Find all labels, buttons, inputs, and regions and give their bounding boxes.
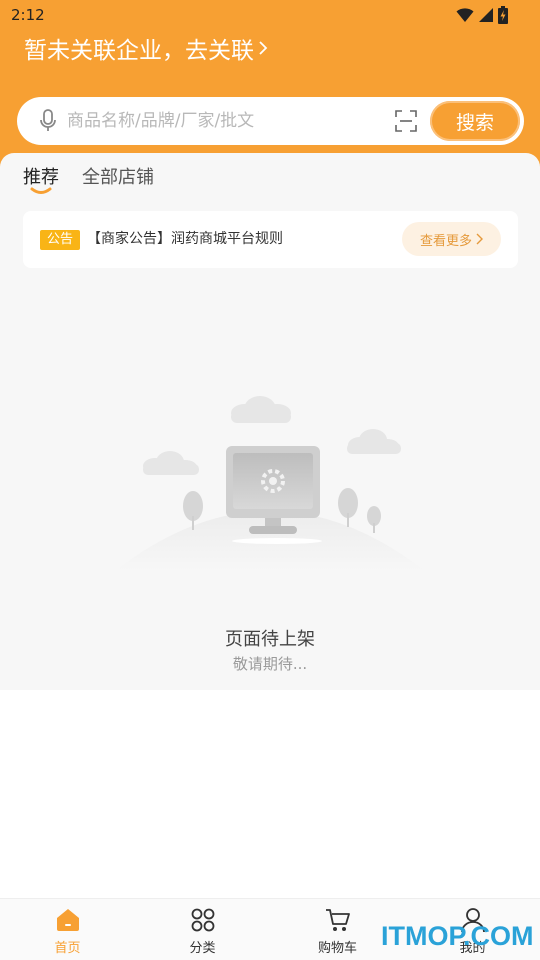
main-content: 推荐 全部店铺 公告 【商家公告】润药商城平台规则 查看更多 页面待上架 敬请期…	[0, 153, 540, 690]
tabbar-label-home: 首页	[54, 941, 81, 956]
chevron-right-icon	[259, 41, 268, 55]
empty-state-subtitle: 敬请期待...	[232, 655, 308, 673]
tab-all-shops[interactable]: 全部店铺	[82, 163, 154, 189]
cellular-signal-icon	[479, 8, 493, 22]
notice-text[interactable]: 【商家公告】润药商城平台规则	[87, 228, 283, 248]
tabbar-label-category: 分类	[189, 941, 216, 956]
view-more-button[interactable]: 查看更多	[402, 222, 501, 256]
view-more-label: 查看更多	[419, 233, 472, 249]
tab-recommend[interactable]: 推荐	[23, 163, 59, 189]
tab-bar: 推荐 全部店铺	[0, 153, 540, 203]
link-enterprise-button[interactable]: 暂未关联企业，去关联	[24, 30, 268, 66]
empty-state-illustration	[115, 396, 425, 571]
microphone-icon[interactable]	[39, 109, 57, 133]
scan-icon[interactable]	[395, 110, 417, 132]
watermark: ITMOP.COM	[381, 921, 534, 951]
search-bar: 搜索	[17, 97, 524, 145]
status-time: 2:12	[11, 6, 45, 24]
chevron-right-icon	[476, 233, 483, 245]
header: 2:12 暂未关联企业，去关联	[0, 0, 540, 175]
status-bar: 2:12	[0, 0, 540, 30]
cart-icon	[326, 909, 350, 931]
tabbar-item-home[interactable]: 首页	[0, 899, 135, 960]
empty-state-title: 页面待上架	[225, 629, 315, 650]
status-icons	[456, 6, 508, 24]
home-icon	[57, 909, 79, 931]
search-button[interactable]: 搜索	[430, 101, 520, 141]
battery-charging-icon	[498, 6, 508, 24]
notice-badge: 公告	[40, 230, 80, 250]
wifi-icon	[456, 8, 474, 22]
tabbar-item-category[interactable]: 分类	[135, 899, 270, 960]
category-icon	[191, 908, 215, 932]
enterprise-link-label: 暂未关联企业，去关联	[24, 38, 254, 64]
notice-banner[interactable]: 公告 【商家公告】润药商城平台规则 查看更多	[23, 211, 518, 268]
search-input[interactable]	[67, 106, 387, 136]
tab-active-indicator	[30, 187, 52, 194]
